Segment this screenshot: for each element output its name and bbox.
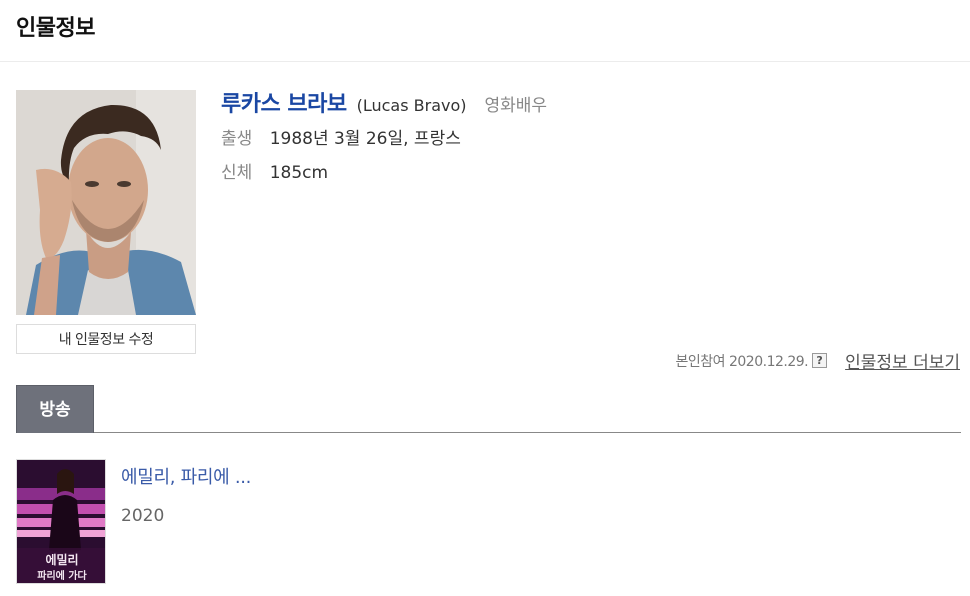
birth-row: 출생 1988년 3월 26일, 프랑스 [221,124,461,149]
edit-profile-button[interactable]: 내 인물정보 수정 [16,324,196,354]
body-value: 185cm [269,163,329,183]
body-label: 신체 [221,163,253,183]
question-mark-icon[interactable]: ? [812,353,828,368]
profile-meta: 본인참여 2020.12.29. ? 인물정보 더보기 [676,348,960,373]
birth-label: 출생 [221,129,253,149]
page-title: 인물정보 [16,16,95,41]
category-tab-bar: 방송 [16,385,961,433]
work-poster-image: 에밀리 파리에 가다 [17,460,105,583]
more-info-link[interactable]: 인물정보 더보기 [845,348,960,373]
person-name-english: (Lucas Bravo) [356,96,467,115]
verified-date: 본인참여 2020.12.29. [675,353,809,370]
page-header: 인물정보 [0,0,970,62]
profile-photo [16,90,196,315]
profile-photo-image [16,90,196,315]
tab-broadcast[interactable]: 방송 [16,385,94,433]
work-year: 2020 [121,506,165,526]
name-row: 루카스 브라보 (Lucas Bravo) 영화배우 [221,86,547,118]
birth-value: 1988년 3월 26일, 프랑스 [269,129,461,149]
poster-title-line1: 에밀리 [45,552,78,567]
person-occupation: 영화배우 [484,96,548,116]
body-row: 신체 185cm [221,158,328,183]
person-name-korean[interactable]: 루카스 브라보 [221,86,347,118]
poster-title-line2: 파리에 가다 [37,569,87,582]
work-poster[interactable]: 에밀리 파리에 가다 [16,459,106,584]
work-title-link[interactable]: 에밀리, 파리에 ... [121,463,251,489]
